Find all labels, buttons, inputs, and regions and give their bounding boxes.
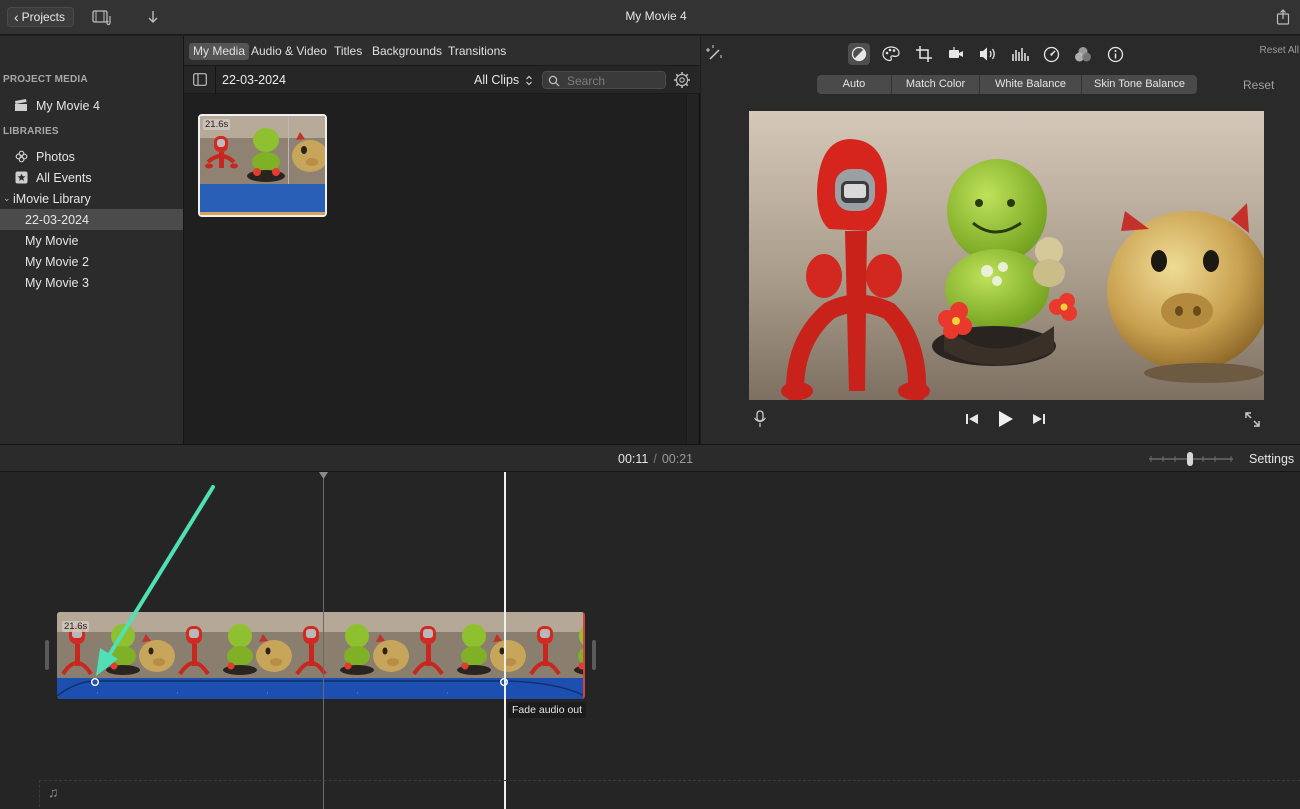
- skip-back-icon[interactable]: [961, 408, 983, 430]
- sidebar-item-label: iMovie Library: [13, 191, 91, 206]
- match-color-button[interactable]: Match Color: [892, 75, 980, 94]
- clips-filter-label: All Clips: [474, 73, 520, 87]
- color-balance-segmented-control: Auto Match Color White Balance Skin Tone…: [817, 75, 1197, 94]
- play-icon[interactable]: [995, 408, 1017, 430]
- clip-duration-badge: 21.6s: [203, 119, 231, 130]
- video-frame: [749, 111, 1264, 400]
- skip-forward-icon[interactable]: [1028, 408, 1050, 430]
- star-box-icon: [14, 171, 28, 185]
- fade-audio-out-tooltip: Fade audio out: [508, 702, 587, 718]
- skimmer-line: [323, 472, 324, 809]
- libraries-sidebar: PROJECT MEDIA My Movie 4 LIBRARIES Photo…: [0, 36, 184, 444]
- window-title: My Movie 4: [625, 9, 687, 23]
- sidebar-item-photos[interactable]: Photos: [0, 146, 183, 167]
- sidebar-item-event-4[interactable]: My Movie 3: [0, 272, 183, 293]
- stabilization-icon[interactable]: [945, 43, 967, 65]
- sidebar-toggle-icon[interactable]: [193, 73, 207, 86]
- event-title: 22-03-2024: [222, 73, 286, 87]
- total-time: 00:21: [661, 452, 694, 466]
- crop-icon[interactable]: [913, 43, 935, 65]
- reset-all-button[interactable]: Reset All: [1260, 45, 1299, 56]
- sidebar-item-label: My Movie 4: [36, 98, 100, 113]
- tab-my-media[interactable]: My Media: [189, 43, 250, 60]
- tab-transitions[interactable]: Transitions: [444, 43, 510, 60]
- fullscreen-icon[interactable]: [1241, 408, 1263, 430]
- time-separator: /: [653, 452, 657, 466]
- sidebar-item-project[interactable]: My Movie 4: [0, 95, 183, 116]
- tab-titles[interactable]: Titles: [330, 43, 366, 60]
- sidebar-item-label: My Movie: [25, 233, 79, 248]
- timeline-zoom-slider[interactable]: [1149, 452, 1233, 466]
- clapperboard-icon: [14, 99, 28, 113]
- microphone-icon[interactable]: [749, 408, 771, 430]
- photos-icon: [14, 150, 28, 164]
- video-preview: [749, 111, 1264, 400]
- viewer-panel: Reset All Auto Match Color White Balance…: [701, 36, 1300, 444]
- reset-button[interactable]: Reset: [1243, 78, 1274, 92]
- music-note-icon: ♫: [48, 784, 59, 800]
- skin-tone-balance-button[interactable]: Skin Tone Balance: [1082, 75, 1197, 94]
- speed-icon[interactable]: [1040, 43, 1062, 65]
- title-bar: ‹ Projects My Movie 4: [0, 0, 1300, 35]
- auto-button[interactable]: Auto: [817, 75, 892, 94]
- sidebar-item-imovie-library[interactable]: ⌄ iMovie Library: [0, 188, 183, 209]
- skimmer-marker-icon: [319, 472, 328, 479]
- gear-icon[interactable]: [673, 71, 691, 89]
- libraries-header: LIBRARIES: [3, 126, 59, 137]
- current-time: 00:11: [618, 452, 649, 466]
- sidebar-item-label: 22-03-2024: [25, 212, 89, 227]
- sidebar-item-event-1[interactable]: 22-03-2024: [0, 209, 183, 230]
- search-input[interactable]: [567, 73, 663, 88]
- clips-filter-dropdown[interactable]: All Clips: [474, 73, 533, 87]
- tab-audio-video[interactable]: Audio & Video: [247, 43, 331, 60]
- sidebar-item-label: Photos: [36, 149, 75, 164]
- media-browser: 21.6s: [184, 94, 700, 444]
- clip-duration-badge: 21.6s: [62, 621, 90, 632]
- disclosure-chevron-icon[interactable]: ⌄: [3, 193, 13, 204]
- search-box[interactable]: [542, 71, 666, 89]
- browser-tabs: My Media Audio & Video Titles Background…: [184, 36, 700, 66]
- timeline-header: 00:11 / 00:21 Settings: [0, 444, 1300, 472]
- timecode: 00:11 / 00:21: [618, 452, 693, 466]
- sidebar-item-all-events[interactable]: All Events: [0, 167, 183, 188]
- info-icon[interactable]: [1104, 43, 1126, 65]
- share-icon[interactable]: [1276, 8, 1290, 26]
- media-clip-thumbnail[interactable]: 21.6s: [198, 114, 327, 217]
- updown-chevron-icon: [526, 75, 533, 85]
- color-correction-icon[interactable]: [880, 43, 902, 65]
- timeline-settings-button[interactable]: Settings: [1249, 452, 1294, 466]
- magic-wand-icon[interactable]: [704, 43, 726, 65]
- sidebar-item-label: My Movie 2: [25, 254, 89, 269]
- volume-icon[interactable]: [977, 43, 999, 65]
- playhead[interactable]: [504, 472, 506, 809]
- sidebar-item-label: All Events: [36, 170, 92, 185]
- sidebar-item-event-2[interactable]: My Movie: [0, 230, 183, 251]
- clip-left-handle[interactable]: [45, 640, 49, 670]
- sidebar-item-event-3[interactable]: My Movie 2: [0, 251, 183, 272]
- music-well[interactable]: [39, 780, 1300, 807]
- browser-scrollbar[interactable]: [686, 94, 698, 444]
- project-media-header: PROJECT MEDIA: [3, 74, 88, 85]
- timeline: 21.6s Fade audio out ♫: [0, 472, 1300, 809]
- divider: [215, 66, 216, 94]
- clip-audio-waveform: [200, 184, 325, 215]
- clip-filter-icon[interactable]: [1072, 43, 1094, 65]
- clip-right-handle[interactable]: [592, 640, 596, 670]
- white-balance-button[interactable]: White Balance: [980, 75, 1082, 94]
- browser-toolbar: 22-03-2024 All Clips: [184, 66, 700, 94]
- fade-in-handle[interactable]: [90, 677, 100, 687]
- color-balance-icon[interactable]: [848, 43, 870, 65]
- tab-backgrounds[interactable]: Backgrounds: [368, 43, 446, 60]
- sidebar-item-label: My Movie 3: [25, 275, 89, 290]
- noise-reduction-icon[interactable]: [1009, 43, 1031, 65]
- search-icon: [548, 75, 560, 87]
